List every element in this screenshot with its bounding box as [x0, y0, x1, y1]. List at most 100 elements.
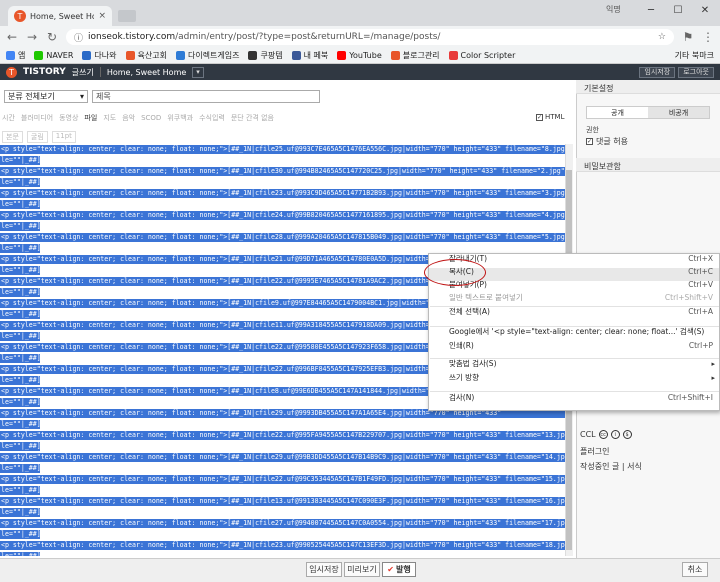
- context-menu-item[interactable]: 일반 텍스트로 붙여넣기 Ctrl+Shift+V: [449, 292, 715, 303]
- browser-user-name[interactable]: 익명: [606, 4, 621, 15]
- menu-item-label: 전체 선택(A): [449, 307, 490, 316]
- private-option[interactable]: 비공개: [648, 107, 709, 118]
- bookmark-item[interactable]: 다이렉트게임즈: [175, 50, 239, 61]
- bookmark-favicon-icon: [390, 51, 400, 60]
- toolbar-item[interactable]: 위쿠백과: [167, 113, 193, 123]
- toolbar-item[interactable]: 문단 간격 없음: [231, 113, 274, 123]
- blog-select-chevron-icon[interactable]: ▾: [192, 66, 204, 78]
- new-tab-button[interactable]: [118, 10, 136, 22]
- context-menu-item[interactable]: 쓰기 방향 ▸: [449, 372, 715, 383]
- browser-tab[interactable]: T Home, Sweet Home :: 글 ×: [8, 6, 112, 26]
- bookmark-item[interactable]: 육산고회: [125, 50, 167, 61]
- bookmark-item[interactable]: 앱: [6, 50, 25, 61]
- info-icon[interactable]: ⓘ: [74, 31, 83, 44]
- code-line: le=""|_##]</p>: [0, 464, 40, 473]
- bookmark-label: 블로그관리: [402, 51, 440, 60]
- by-icon: i: [610, 430, 620, 439]
- tab-close-icon[interactable]: ×: [98, 11, 106, 21]
- maximize-icon[interactable]: ☐: [667, 2, 689, 18]
- visibility-toggle: 공개 비공개: [586, 106, 710, 119]
- code-line: <p style="text-align: center; clear: non…: [0, 541, 565, 550]
- bookmark-item[interactable]: 다나와: [82, 50, 117, 61]
- reload-icon[interactable]: ↻: [46, 30, 58, 44]
- context-menu-item[interactable]: 맞춤법 검사(S) ▸: [449, 358, 715, 369]
- tistory-logo[interactable]: TISTORY: [23, 67, 66, 77]
- permission-label: 권한: [586, 126, 599, 134]
- forward-icon[interactable]: →: [26, 30, 38, 44]
- extension-icon[interactable]: ⚑: [682, 30, 694, 44]
- format-label[interactable]: 서식: [627, 462, 642, 471]
- html-label: HTML: [545, 113, 565, 121]
- code-line: le=""|_##]</p>: [0, 222, 40, 231]
- format-select[interactable]: 본문: [2, 131, 23, 143]
- context-menu-item[interactable]: 잘라내기(T) Ctrl+X: [449, 253, 715, 264]
- tab-title: Home, Sweet Home :: 글: [30, 11, 95, 21]
- toolbar-item[interactable]: 시간: [2, 113, 15, 123]
- context-menu-item[interactable]: 복사(C) Ctrl+C: [449, 266, 715, 277]
- comment-allow-option[interactable]: ✓ 댓글 허용: [586, 136, 628, 147]
- code-line: <p style="text-align: center; clear: non…: [0, 519, 565, 528]
- comment-allow-label: 댓글 허용: [596, 137, 628, 146]
- bookmark-item[interactable]: NAVER: [34, 51, 73, 60]
- category-select[interactable]: 분류 전체보기 ▾: [4, 90, 88, 103]
- tistory-header: T TISTORY 글쓰기 Home, Sweet Home ▾ 임시저장 로그…: [0, 64, 720, 80]
- check-icon: ✔: [387, 565, 394, 574]
- context-menu-item[interactable]: 전체 선택(A) Ctrl+A: [449, 306, 715, 317]
- menu-item-shortcut: Ctrl+C: [688, 267, 713, 276]
- bookmark-item[interactable]: 쿠팡템: [248, 50, 283, 61]
- bookmark-item[interactable]: Color Scripter: [448, 51, 515, 60]
- menu-icon[interactable]: ⋮: [702, 30, 714, 44]
- context-menu-item[interactable]: 검사(N) Ctrl+Shift+I: [449, 392, 715, 403]
- html-checkbox[interactable]: ✓: [536, 113, 543, 121]
- menu-item-shortcut: Ctrl+Shift+I: [667, 393, 713, 402]
- toolbar-item[interactable]: 지도: [103, 113, 116, 123]
- code-line: <p style="text-align: center; clear: non…: [0, 145, 565, 154]
- cancel-button[interactable]: 취소: [682, 562, 708, 577]
- bookmark-item[interactable]: 블로그관리: [390, 50, 440, 61]
- publish-button[interactable]: ✔ 발행: [382, 562, 416, 577]
- header-draft-button[interactable]: 임시저장: [639, 66, 676, 78]
- toolbar-item[interactable]: 음악: [122, 113, 135, 123]
- toolbar-item[interactable]: 블러미디어: [21, 113, 53, 123]
- title-input[interactable]: 제목: [92, 90, 320, 103]
- save-draft-button[interactable]: 임시저장: [306, 562, 342, 577]
- toolbar-item[interactable]: 수식입력: [199, 113, 225, 123]
- bookmark-label: YouTube: [349, 51, 382, 60]
- minimize-icon[interactable]: ─: [640, 2, 662, 18]
- bookmark-label: 내 페북: [303, 51, 329, 60]
- toolbar-item[interactable]: 동영상: [59, 113, 78, 123]
- close-window-icon[interactable]: ✕: [694, 2, 716, 18]
- bookmark-favicon-icon: [448, 51, 458, 60]
- password-header[interactable]: 비밀보관함: [576, 158, 720, 172]
- code-line: <p style="text-align: center; clear: non…: [0, 475, 565, 484]
- format-select[interactable]: 11pt: [51, 131, 76, 143]
- context-menu-item[interactable]: Google에서 '<p style="text-align: center; …: [449, 326, 715, 337]
- bookmark-favicon-icon: [6, 51, 15, 60]
- url-input[interactable]: ⓘ ionseok.tistory.com/admin/entry/post/?…: [66, 29, 674, 45]
- format-select[interactable]: 굴림: [26, 131, 48, 143]
- code-line: <p style="text-align: center; clear: non…: [0, 211, 565, 220]
- bookmark-item[interactable]: 내 페북: [291, 50, 329, 61]
- comment-checkbox[interactable]: ✓: [586, 138, 593, 145]
- compose-label[interactable]: 작성중인 글: [580, 462, 619, 471]
- plugin-label[interactable]: 플러그인: [580, 446, 609, 457]
- html-mode-toggle[interactable]: ✓ HTML: [536, 113, 564, 121]
- bookmark-favicon-icon: [125, 51, 135, 60]
- cc-icon: cc: [598, 430, 608, 439]
- logout-button[interactable]: 로그아웃: [678, 66, 714, 78]
- bookmark-star-icon[interactable]: ☆: [658, 32, 666, 42]
- preview-button[interactable]: 미리보기: [344, 562, 380, 577]
- context-menu-item[interactable]: 붙여넣기(P) Ctrl+V: [449, 279, 715, 290]
- toolbar-item[interactable]: SCOD: [141, 114, 161, 122]
- context-menu-item[interactable]: 인쇄(R) Ctrl+P: [449, 340, 715, 351]
- bookmark-item[interactable]: YouTube: [337, 51, 382, 60]
- chevron-down-icon: ▾: [79, 92, 84, 101]
- other-bookmarks[interactable]: 기타 북마크: [675, 50, 714, 61]
- back-icon[interactable]: ←: [6, 30, 18, 44]
- menu-item-shortcut: Ctrl+A: [688, 307, 713, 316]
- toolbar-item[interactable]: 파일: [84, 113, 97, 123]
- code-line: <p style="text-align: center; clear: non…: [0, 453, 565, 462]
- public-option[interactable]: 공개: [587, 107, 648, 118]
- ccl-row[interactable]: CCL cc i $: [580, 430, 632, 439]
- bookmark-favicon-icon: [337, 51, 347, 60]
